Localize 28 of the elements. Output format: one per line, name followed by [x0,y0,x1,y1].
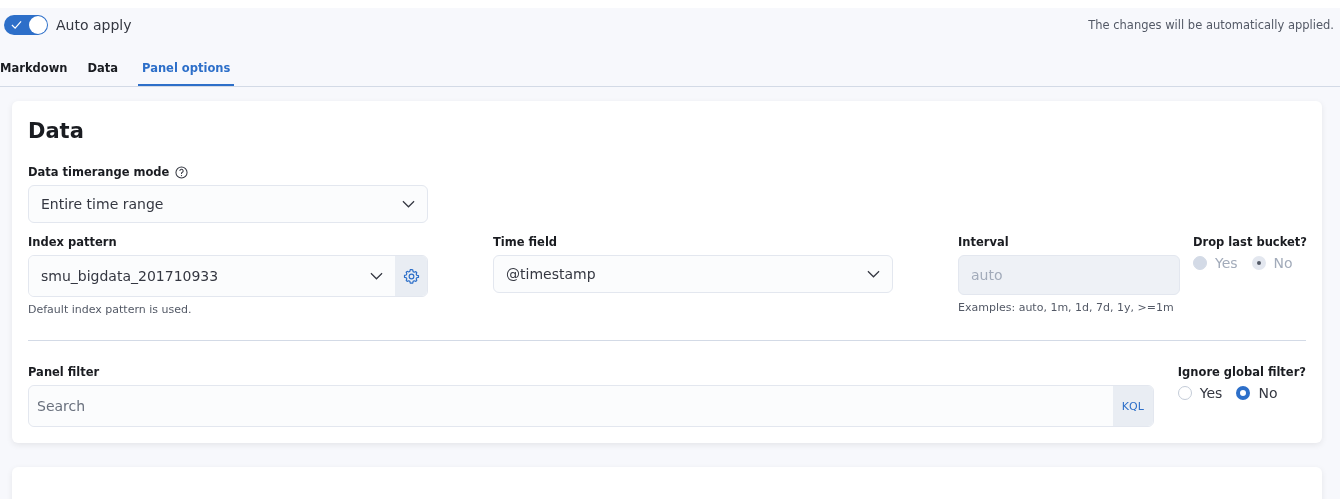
auto-apply-label: Auto apply [56,17,132,33]
help-text: Default index pattern is used. [28,303,193,316]
radio-label: Yes [1215,255,1238,271]
time-field-select[interactable]: @timestamp [493,255,893,293]
section-title: Data [28,119,85,143]
auto-apply-switch[interactable] [4,15,48,35]
field-label: Drop last bucket? [1193,235,1307,249]
radio-label: No [1258,385,1278,401]
search-field[interactable]: Search KQL [28,385,1154,427]
radio-button[interactable] [1236,386,1251,400]
field-label: Panel filter [28,365,101,379]
field-label: Ignore global filter? [1177,365,1306,379]
chevron-down-icon [402,200,415,208]
field-label: Data timerange mode [28,165,170,179]
notice-text: The changes will be automatically applied. [1088,18,1334,32]
query-language-button[interactable]: KQL [1112,386,1153,426]
radio-label: Yes [1199,385,1223,401]
field-label: Time field [493,235,559,249]
radio-label: No [1273,255,1293,271]
help-text: Examples: auto, 1m, 1d, 7d, 1y, >=1m [958,301,1175,314]
chevron-down-icon [867,270,880,278]
timerange-select[interactable]: Entire time range [28,185,428,223]
field-label: Interval [958,235,1010,249]
help-icon[interactable] [175,165,189,179]
check-icon [11,20,22,30]
tab[interactable]: Data [87,57,119,86]
field-label: Index pattern [28,235,118,249]
tab[interactable]: Markdown [0,57,68,86]
